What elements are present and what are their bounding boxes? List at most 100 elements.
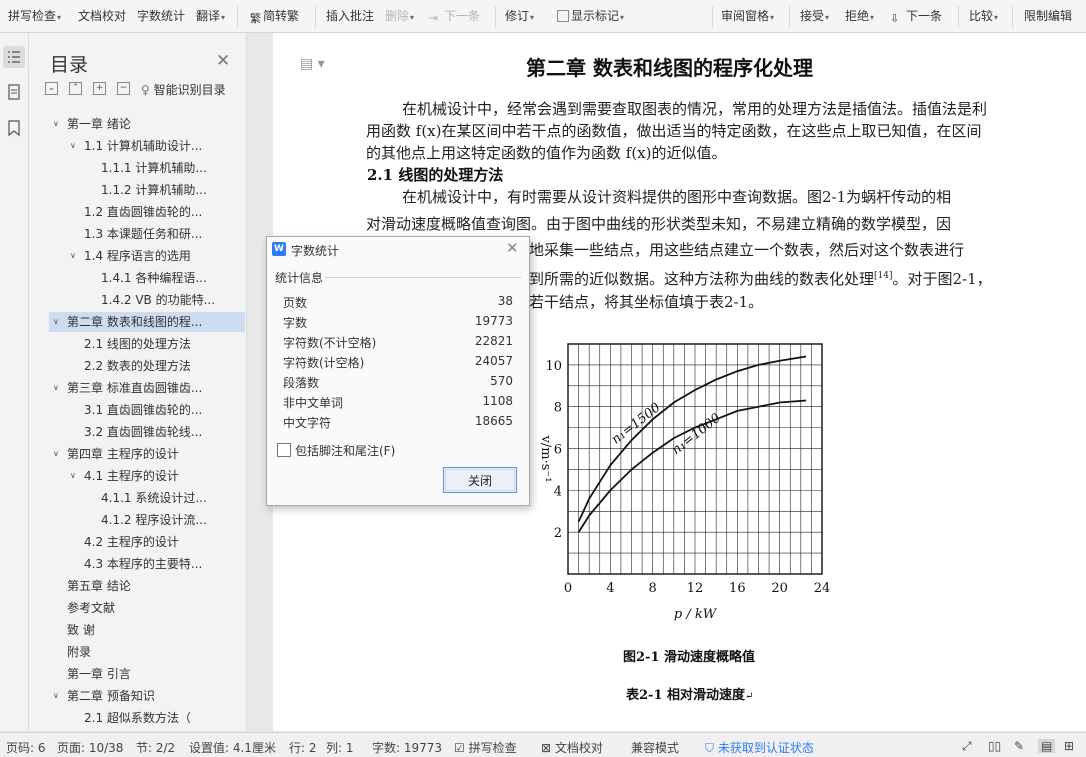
page-view-icon[interactable]: ▤ (1038, 739, 1055, 753)
proofread-button[interactable]: 文档校对 (78, 7, 126, 24)
close-icon[interactable]: ✕ (216, 51, 230, 71)
expand-toggle-icon[interactable]: ∨ (53, 378, 59, 398)
status-auth[interactable]: ⛉ 未获取到认证状态 (705, 739, 814, 756)
toc-rail-button[interactable] (3, 46, 25, 68)
expand-toggle-icon[interactable]: ∨ (53, 312, 59, 332)
spell-check-button[interactable]: 拼写检查▾ (8, 7, 61, 24)
toc-item-label: 4.2 主程序的设计 (84, 532, 179, 552)
remove-heading-icon[interactable]: − (117, 82, 130, 95)
reject-button[interactable]: 拒绝▾ (845, 7, 874, 24)
toc-item[interactable]: ∨第二章 数表和线图的程... (49, 312, 245, 332)
accept-button[interactable]: 接受▾ (800, 7, 829, 24)
toc-item[interactable]: 4.1.1 系统设计过... (49, 488, 245, 508)
track-changes-button[interactable]: 修订▾ (505, 7, 534, 24)
toc-item[interactable]: 2.1 超似系数方法（ (49, 708, 245, 728)
show-markup-button[interactable]: 显示标记▾ (557, 7, 624, 24)
simp-to-trad-button[interactable]: 繁简转繁 (250, 7, 299, 24)
toc-item[interactable]: 1.1.1 计算机辅助... (49, 158, 245, 178)
expand-toggle-icon[interactable]: ∨ (53, 686, 59, 706)
status-spell-check[interactable]: ☑ 拼写检查 (454, 739, 517, 756)
status-proofread[interactable]: ⊠ 文档校对 (541, 739, 603, 756)
toc-item[interactable]: 3.2 直齿圆锥齿轮线... (49, 422, 245, 442)
toc-item-label: 第四章 主程序的设计 (67, 444, 179, 464)
y-tick-label: 2 (554, 526, 562, 541)
expand-toggle-icon[interactable]: ∨ (53, 444, 59, 464)
close-button[interactable]: 关闭 (443, 467, 517, 493)
toc-item[interactable]: ∨第三章 标准直齿圆锥齿... (49, 378, 245, 398)
compare-button[interactable]: 比较▾ (969, 7, 998, 24)
toc-item-label: 附录 (67, 642, 91, 662)
body-paragraph-2-line4: 到所需的近似数据。这种方法称为曲线的数表化处理[14]。对于图2-1， (529, 265, 999, 290)
x-tick-label: 24 (814, 581, 831, 596)
toc-item[interactable]: 致 谢 (49, 620, 245, 640)
toc-item[interactable]: 4.1.2 程序设计流... (49, 510, 245, 530)
stat-label: 中文字符 (283, 414, 331, 431)
translate-button[interactable]: 翻译▾ (196, 7, 225, 24)
add-heading-icon[interactable]: + (93, 82, 106, 95)
document-outline-icon[interactable]: ▤ ▾ (300, 56, 325, 72)
expand-toggle-icon[interactable]: ∨ (70, 466, 76, 486)
dialog-titlebar[interactable]: W 字数统计 ✕ (267, 237, 529, 261)
toc-item[interactable]: 参考文献 (49, 598, 245, 618)
toc-item[interactable]: 2.1 线图的处理方法 (49, 334, 245, 354)
next-change-button[interactable]: ⇩下一条 (890, 7, 942, 26)
dialog-close-icon[interactable]: ✕ (506, 239, 519, 257)
toc-item[interactable]: 1.4.2 VB 的功能特... (49, 290, 245, 310)
toc-item[interactable]: 第五章 结论 (49, 576, 245, 596)
toc-item-label: 1.3 本课题任务和研... (84, 224, 202, 244)
collapse-all-icon[interactable]: ⌄ (45, 82, 58, 95)
include-footnotes-checkbox[interactable] (277, 443, 291, 457)
page-rail-button[interactable] (3, 81, 25, 103)
expand-toggle-icon[interactable]: ∨ (70, 136, 76, 156)
toc-item[interactable]: 3.1 直齿圆锥齿轮的... (49, 400, 245, 420)
toc-item[interactable]: 4.3 本程序的主要特... (49, 554, 245, 574)
toc-item[interactable]: ∨第一章 绪论 (49, 114, 245, 134)
toc-item-label: 2.1 超似系数方法（ (84, 708, 191, 728)
toc-item-label: 4.1 主程序的设计 (84, 466, 179, 486)
expand-up-icon[interactable]: ⌃ (69, 82, 82, 95)
smart-toc-button[interactable]: ♀ 智能识别目录 (141, 81, 226, 98)
expand-toggle-icon[interactable]: ∨ (53, 114, 59, 134)
stat-label: 字符数(计空格) (283, 354, 364, 371)
word-count-button[interactable]: 字数统计 (137, 7, 185, 24)
pen-icon[interactable]: ✎ (1014, 739, 1024, 753)
status-page-number[interactable]: 页码: 6 (6, 739, 46, 756)
toc-item[interactable]: 1.2 直齿圆锥齿轮的... (49, 202, 245, 222)
toc-item[interactable]: ∨ 第四章 主程序的设计 (49, 444, 245, 464)
toc-item[interactable]: 1.1.2 计算机辅助... (49, 180, 245, 200)
toc-item[interactable]: 附录 (49, 642, 245, 662)
reading-mode-icon[interactable]: ▯▯ (988, 739, 1001, 753)
web-view-icon[interactable]: ⊞ (1064, 739, 1074, 753)
next-comment-button[interactable]: ⇥下一条 (428, 7, 480, 25)
toc-item-label: 3.1 直齿圆锥齿轮的... (84, 400, 202, 420)
restrict-edit-button[interactable]: 限制编辑 (1024, 7, 1072, 24)
toc-item-label: 致 谢 (67, 620, 95, 640)
toc-item[interactable]: 2.2 数表的处理方法 (49, 356, 245, 376)
toc-item[interactable]: 1.3 本课题任务和研... (49, 224, 245, 244)
toc-item-label: 1.4.2 VB 的功能特... (101, 290, 215, 310)
toc-title: 目录 (50, 50, 88, 77)
toc-item[interactable]: ∨第二章 预备知识 (49, 686, 245, 706)
bookmark-rail-button[interactable] (3, 117, 25, 139)
toc-item-label: 1.1.2 计算机辅助... (101, 180, 207, 200)
status-pages[interactable]: 页面: 10/38 (57, 739, 123, 756)
page-thumbnail-icon (3, 81, 25, 103)
toc-item[interactable]: 4.2 主程序的设计 (49, 532, 245, 552)
insert-comment-button[interactable]: 插入批注 (326, 7, 374, 24)
simp-trad-icon: 繁 (250, 10, 261, 24)
toc-item-label: 第一章 引言 (67, 664, 131, 684)
toc-item[interactable]: 1.4.1 各种编程语... (49, 268, 245, 288)
spell-check-icon: ☑ (454, 741, 469, 755)
expand-toggle-icon[interactable]: ∨ (70, 246, 76, 266)
fullscreen-icon[interactable]: ⤢ (962, 739, 972, 754)
toc-item[interactable]: 第一章 引言 (49, 664, 245, 684)
toc-item[interactable]: ∨ 4.1 主程序的设计 (49, 466, 245, 486)
table-caption: 表2-1 相对滑动速度↵ (626, 684, 753, 703)
status-word-count[interactable]: 字数: 19773 (372, 739, 442, 756)
delete-comment-button[interactable]: 删除▾ (385, 7, 414, 24)
review-pane-button[interactable]: 审阅窗格▾ (721, 7, 774, 24)
toc-item[interactable]: ∨1.1 计算机辅助设计... (49, 136, 245, 156)
wps-logo-icon: W (272, 242, 286, 256)
stat-value: 22821 (475, 334, 513, 348)
toc-item[interactable]: ∨1.4 程序语言的选用 (49, 246, 245, 266)
